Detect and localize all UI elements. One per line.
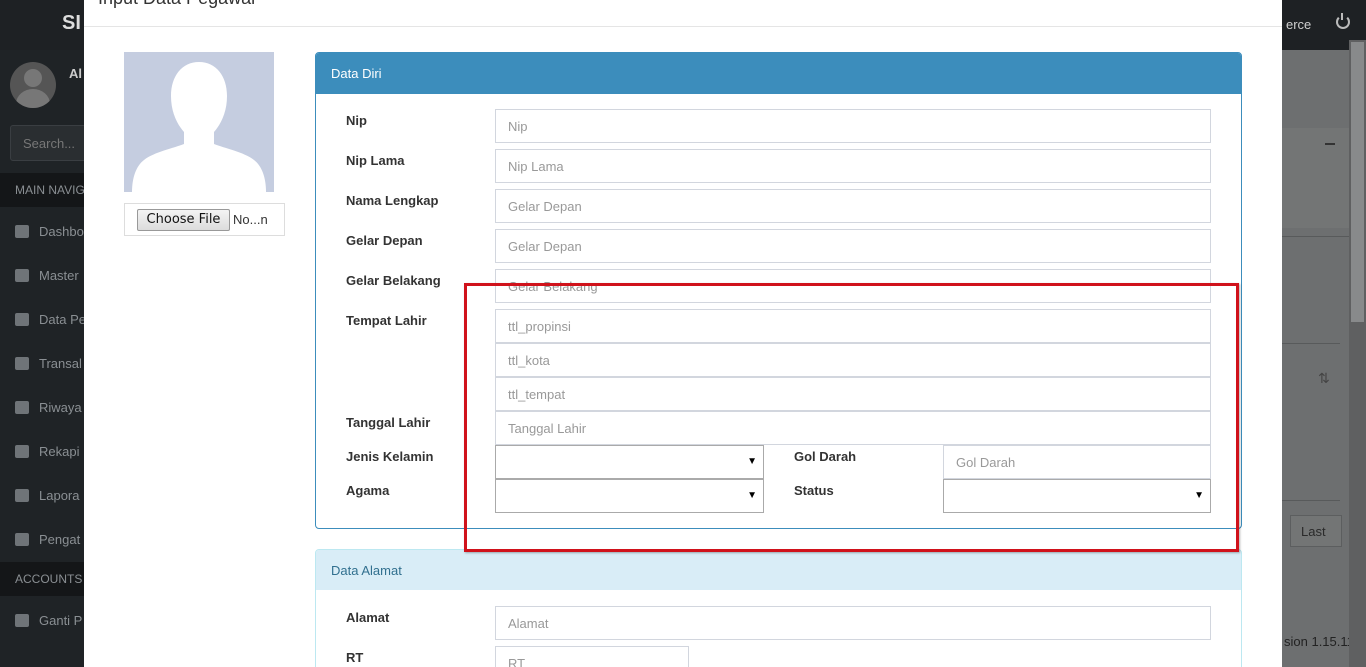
label-jenis-kelamin: Jenis Kelamin	[346, 449, 434, 464]
label-status: Status	[794, 483, 834, 498]
pagination-last-button[interactable]: Last	[1290, 515, 1342, 547]
label-tempat-lahir: Tempat Lahir	[346, 313, 427, 328]
tanggal-lahir-input[interactable]: Tanggal Lahir	[495, 411, 1211, 445]
label-rt: RT	[346, 650, 364, 665]
nip-lama-input[interactable]: Nip Lama	[495, 149, 1211, 183]
sidebar-item-master[interactable]: Master	[15, 268, 79, 283]
user-panel: Al	[0, 50, 84, 120]
avatar	[10, 62, 56, 108]
file-name-text: No...n	[233, 212, 268, 227]
sidebar-header-main: MAIN NAVIGAT	[0, 173, 84, 207]
label-nip: Nip	[346, 113, 367, 128]
book-icon	[15, 489, 29, 502]
profile-photo-placeholder	[124, 52, 274, 192]
choose-file-button[interactable]: Choose File	[137, 209, 230, 231]
modal-header: Input Data Pegawai	[84, 0, 1282, 27]
panel-data-diri: Data Diri Nip Nip Nip Lama Nip Lama Nama…	[315, 52, 1242, 529]
sidebar-item-dashboard[interactable]: Dashbo	[15, 224, 84, 239]
gears-icon	[15, 614, 29, 627]
divider	[1282, 500, 1340, 501]
label-nip-lama: Nip Lama	[346, 153, 405, 168]
database-icon	[15, 269, 29, 282]
page-scrollbar-thumb[interactable]	[1351, 42, 1364, 322]
version-text: sion 1.15.11	[1284, 634, 1354, 649]
envelope-icon	[15, 357, 29, 370]
panel-title-data-diri: Data Diri	[316, 53, 1241, 94]
dashboard-icon	[15, 225, 29, 238]
label-nama-lengkap: Nama Lengkap	[346, 193, 439, 208]
background-box	[1282, 128, 1352, 228]
gears-icon	[15, 533, 29, 546]
file-upload: Choose File No...n	[124, 203, 285, 236]
username: Al	[69, 66, 82, 81]
jenis-kelamin-select[interactable]: ▼	[495, 445, 764, 479]
ttl-propinsi-input[interactable]: ttl_propinsi	[495, 309, 1211, 343]
person-silhouette-icon	[132, 62, 266, 192]
navbar-user-link[interactable]: erce	[1286, 17, 1311, 32]
alamat-input[interactable]: Alamat	[495, 606, 1211, 640]
minus-icon[interactable]	[1325, 143, 1335, 145]
label-gelar-depan: Gelar Depan	[346, 233, 423, 248]
sidebar-item-laporan[interactable]: Lapora	[15, 488, 79, 503]
sidebar-item-riwayat[interactable]: Riwaya	[15, 400, 82, 415]
sidebar-item-pengaturan[interactable]: Pengat	[15, 532, 80, 547]
caret-down-icon: ▼	[1194, 490, 1204, 501]
divider	[1282, 343, 1340, 344]
sidebar-search-input[interactable]: Search...	[10, 125, 84, 161]
panel-title-data-alamat: Data Alamat	[316, 550, 1241, 590]
modal-title: Input Data Pegawai	[98, 0, 255, 9]
sidebar: Al Search... MAIN NAVIGAT Dashbo Master …	[0, 50, 84, 667]
label-agama: Agama	[346, 483, 390, 498]
gelar-depan-input[interactable]: Gelar Depan	[495, 229, 1211, 263]
sidebar-item-ganti-password[interactable]: Ganti P	[15, 613, 82, 628]
caret-down-icon: ▼	[747, 490, 757, 501]
sidebar-item-transaksi[interactable]: Transal	[15, 356, 82, 371]
ttl-kota-input[interactable]: ttl_kota	[495, 343, 1211, 377]
users-icon	[15, 313, 29, 326]
agama-select[interactable]: ▼	[495, 479, 764, 513]
gelar-belakang-input[interactable]: Gelar Belakang	[495, 269, 1211, 303]
status-select[interactable]: ▼	[943, 479, 1211, 513]
gol-darah-input[interactable]: Gol Darah	[943, 445, 1211, 479]
power-icon[interactable]	[1336, 13, 1350, 29]
rt-input[interactable]: RT	[495, 646, 689, 667]
label-tanggal-lahir: Tanggal Lahir	[346, 415, 431, 430]
input-pegawai-modal: Input Data Pegawai Choose File No...n Da…	[84, 0, 1282, 667]
label-gol-darah: Gol Darah	[794, 449, 857, 464]
history-icon	[15, 401, 29, 414]
nip-input[interactable]: Nip	[495, 109, 1211, 143]
sidebar-item-rekapitulasi[interactable]: Rekapi	[15, 444, 79, 459]
panel-data-alamat: Data Alamat Alamat Alamat RT RT	[315, 549, 1242, 667]
label-gelar-belakang: Gelar Belakang	[346, 273, 441, 288]
label-alamat: Alamat	[346, 610, 390, 625]
sidebar-header-accounts: ACCOUNTS	[0, 562, 84, 596]
nama-lengkap-input[interactable]: Gelar Depan	[495, 189, 1211, 223]
sidebar-item-data-pegawai[interactable]: Data Pe	[15, 312, 84, 327]
sort-icon[interactable]: ⇅	[1318, 370, 1330, 387]
ttl-tempat-input[interactable]: ttl_tempat	[495, 377, 1211, 411]
caret-down-icon: ▼	[747, 456, 757, 467]
chart-icon	[15, 445, 29, 458]
divider	[1282, 236, 1349, 237]
brand-logo[interactable]: SI	[62, 12, 81, 35]
